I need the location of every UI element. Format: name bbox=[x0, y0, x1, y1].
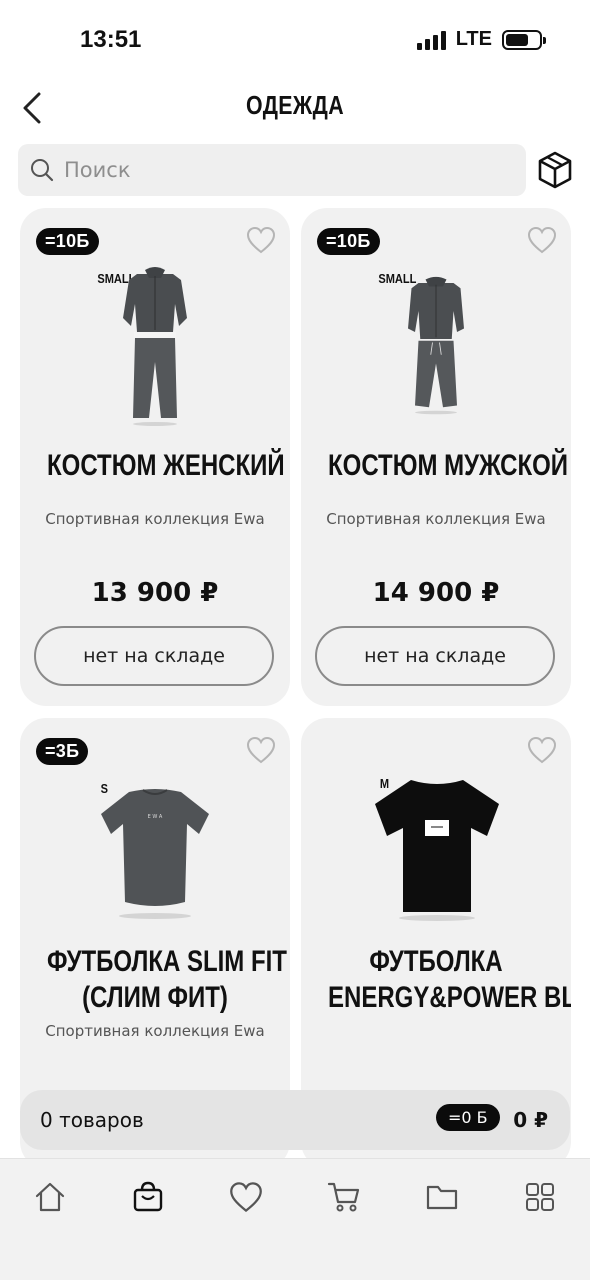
out-of-stock-button[interactable]: нет на складе bbox=[315, 626, 555, 686]
home-icon bbox=[35, 1182, 65, 1212]
product-image bbox=[408, 276, 464, 415]
bottom-navigation bbox=[0, 1158, 590, 1280]
status-time: 13:51 bbox=[80, 26, 142, 53]
nav-home[interactable] bbox=[32, 1179, 68, 1215]
bonus-badge: =3Б bbox=[36, 738, 89, 765]
header: ОДЕЖДА bbox=[0, 80, 590, 136]
cart-icon bbox=[327, 1182, 360, 1212]
page-title: ОДЕЖДА bbox=[245, 90, 345, 120]
cart-total: 0 ₽ bbox=[513, 1108, 548, 1132]
network-label: LTE bbox=[455, 28, 492, 50]
package-icon bbox=[538, 151, 572, 189]
product-description: Спортивная коллекция Ewa bbox=[326, 510, 546, 528]
product-card[interactable]: =10Б SMALL КОСТЮМ МУЖСКОЙ Спортивная кол… bbox=[301, 208, 571, 706]
grid-icon bbox=[526, 1183, 554, 1211]
search-bar[interactable] bbox=[18, 144, 526, 196]
nav-cart[interactable] bbox=[326, 1179, 362, 1215]
cart-item-count: 0 товаров bbox=[40, 1108, 144, 1132]
nav-favorites[interactable] bbox=[228, 1179, 264, 1215]
package-button[interactable] bbox=[536, 150, 574, 190]
svg-text:E W A: E W A bbox=[148, 814, 163, 820]
product-name: КОСТЮМ ЖЕНСКИЙ bbox=[47, 449, 285, 482]
product-card[interactable]: =10Б SMALL КОСТЮМ ЖЕНСКИЙ Спортивная кол… bbox=[20, 208, 290, 706]
product-description: Спортивная коллекция Ewa bbox=[45, 510, 265, 528]
status-bar: 13:51 LTE bbox=[0, 0, 590, 80]
cart-bonus-badge: =0 Б bbox=[436, 1104, 500, 1131]
product-name-line2: (СЛИМ ФИТ) bbox=[82, 981, 228, 1014]
product-name-line2: ENERGY&POWER BL... bbox=[328, 981, 571, 1014]
signal-icon bbox=[416, 30, 446, 50]
out-of-stock-button[interactable]: нет на складе bbox=[34, 626, 274, 686]
product-price: 13 900 ₽ bbox=[91, 578, 219, 608]
product-description: Спортивная коллекция Ewa bbox=[45, 1022, 265, 1040]
product-image: E W A bbox=[101, 789, 209, 919]
folder-icon bbox=[426, 1185, 458, 1210]
chevron-left-icon bbox=[23, 92, 41, 124]
product-image bbox=[375, 780, 499, 921]
heart-icon[interactable] bbox=[527, 226, 557, 254]
heart-icon[interactable] bbox=[527, 736, 557, 764]
bonus-badge: =10Б bbox=[36, 228, 99, 255]
nav-more[interactable] bbox=[522, 1179, 558, 1215]
nav-catalog[interactable] bbox=[130, 1179, 166, 1215]
status-indicators: LTE bbox=[416, 28, 546, 51]
heart-icon bbox=[230, 1182, 262, 1213]
heart-icon[interactable] bbox=[246, 226, 276, 254]
product-name-line1: ФУТБОЛКА bbox=[369, 945, 503, 978]
search-icon bbox=[31, 159, 54, 182]
product-name: КОСТЮМ МУЖСКОЙ bbox=[328, 449, 569, 482]
product-price: 14 900 ₽ bbox=[372, 578, 500, 608]
product-image bbox=[123, 267, 187, 426]
bonus-badge: =10Б bbox=[317, 228, 380, 255]
search-input[interactable] bbox=[64, 158, 484, 182]
nav-folder[interactable] bbox=[424, 1179, 460, 1215]
shopping-bag-icon bbox=[133, 1181, 163, 1212]
product-name-line1: ФУТБОЛКА SLIM FIT bbox=[47, 945, 287, 978]
cart-summary-bar[interactable]: 0 товаров =0 Б 0 ₽ bbox=[20, 1090, 570, 1150]
back-button[interactable] bbox=[14, 88, 50, 128]
battery-icon bbox=[502, 29, 546, 50]
heart-icon[interactable] bbox=[246, 736, 276, 764]
